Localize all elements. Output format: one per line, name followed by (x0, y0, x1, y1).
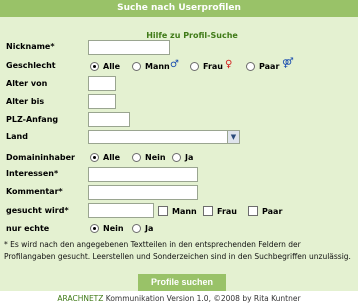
interessen-label: Interessen* (6, 169, 59, 178)
nur-echte-label: nur echte (6, 224, 50, 233)
geschlecht-option-paar: Paar (259, 62, 280, 71)
nur-echte-radio-ja[interactable] (132, 224, 141, 233)
nickname-label: Nickname* (6, 42, 55, 51)
kommentar-input[interactable] (88, 185, 198, 200)
domaininhaber-radio-alle[interactable] (90, 153, 99, 162)
plz-input[interactable] (88, 112, 130, 127)
footer-text: Kommunikation Version 1.0, ©2008 by Rita… (103, 294, 301, 303)
alter-bis-label: Alter bis (6, 97, 45, 106)
gesucht-checkbox-mann[interactable] (158, 206, 168, 216)
footer-brand-link[interactable]: ARACHNETZ (57, 294, 103, 303)
gesucht-checkbox-paar[interactable] (248, 206, 258, 216)
footer: ARACHNETZ Kommunikation Version 1.0, ©20… (0, 294, 358, 303)
domaininhaber-option-nein: Nein (145, 153, 166, 162)
plz-label: PLZ-Anfang (6, 115, 59, 124)
geschlecht-radio-paar[interactable] (246, 62, 255, 71)
dropdown-arrow-icon[interactable]: ▼ (227, 131, 239, 143)
interessen-input[interactable] (88, 167, 198, 182)
geschlecht-option-mann: Mann (145, 62, 170, 71)
gesucht-option-mann: Mann (172, 207, 197, 216)
land-select[interactable]: ▼ (88, 130, 240, 144)
page-title: Suche nach Userprofilen (0, 0, 358, 17)
geschlecht-option-alle: Alle (103, 62, 121, 71)
nickname-input[interactable] (88, 40, 170, 55)
domaininhaber-option-alle: Alle (103, 153, 121, 162)
alter-von-label: Alter von (6, 79, 48, 88)
help-link[interactable]: Hilfe zu Profil-Suche (122, 31, 262, 40)
gesucht-option-frau: Frau (217, 207, 237, 216)
alter-von-input[interactable] (88, 76, 116, 91)
geschlecht-radio-frau[interactable] (190, 62, 199, 71)
search-note: * Es wird nach den angegebenen Textteile… (4, 240, 351, 261)
female-symbol-icon: ♀ (225, 59, 233, 70)
domaininhaber-radio-ja[interactable] (172, 153, 181, 162)
nur-echte-option-ja: Ja (145, 224, 154, 233)
gesucht-checkbox-frau[interactable] (203, 206, 213, 216)
gesucht-input[interactable] (88, 203, 154, 218)
nur-echte-radio-nein[interactable] (90, 224, 99, 233)
male-symbol-icon: ♂ (170, 59, 179, 70)
submit-search-button[interactable]: Profile suchen (138, 274, 226, 291)
alter-bis-input[interactable] (88, 94, 116, 109)
geschlecht-radio-alle[interactable] (90, 62, 99, 71)
kommentar-label: Kommentar* (6, 187, 63, 196)
domaininhaber-radio-nein[interactable] (132, 153, 141, 162)
domaininhaber-option-ja: Ja (185, 153, 194, 162)
geschlecht-label: Geschlecht (6, 61, 56, 70)
geschlecht-radio-mann[interactable] (132, 62, 141, 71)
gesucht-label: gesucht wird* (6, 206, 69, 215)
couple-symbol-icon: ⚤ (282, 58, 294, 69)
nur-echte-option-nein: Nein (103, 224, 124, 233)
geschlecht-option-frau: Frau (203, 62, 223, 71)
gesucht-option-paar: Paar (262, 207, 283, 216)
land-label: Land (6, 132, 28, 141)
domaininhaber-label: Domaininhaber (6, 153, 75, 162)
